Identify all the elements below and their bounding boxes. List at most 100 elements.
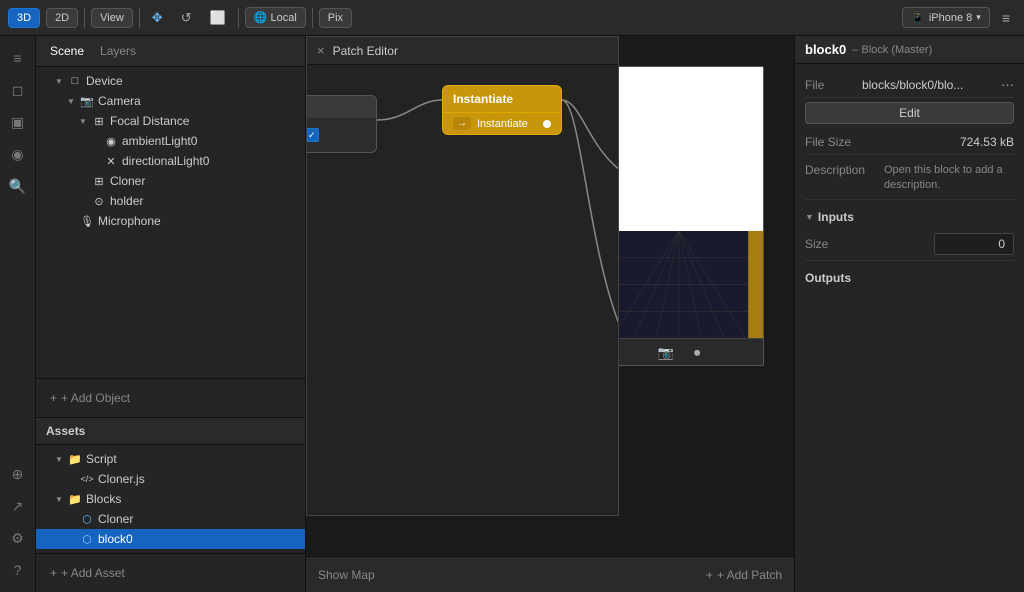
cloner-block-label: Cloner — [98, 512, 133, 526]
add-patch-plus-icon: + — [706, 568, 713, 582]
description-value: Open this block to add a description. — [884, 163, 1014, 194]
assets-footer: + + Add Asset — [36, 553, 305, 592]
size-label: Size — [805, 237, 828, 251]
right-panel: block0 – Block (Master) File blocks/bloc… — [794, 36, 1024, 592]
layers-icon-btn[interactable]: ≡ — [4, 44, 32, 72]
file-size-row: File Size 724.53 kB — [805, 130, 1014, 155]
description-label: Description — [805, 163, 865, 177]
instantiate-output-dot — [543, 120, 551, 128]
patch-editor-header: × Patch Editor — [307, 37, 618, 65]
record-btn[interactable]: ⏺ — [694, 345, 701, 361]
right-panel-body: File blocks/block0/blo... ··· Edit File … — [795, 64, 1024, 592]
arrow-focal: ▼ — [78, 117, 88, 126]
patch-close-btn[interactable]: × — [317, 43, 325, 58]
block0-label: block0 — [98, 532, 133, 546]
divider-2 — [139, 8, 140, 28]
instantiate-output-row: → Instantiate — [443, 113, 561, 134]
add-icon-btn[interactable]: ⊕ — [4, 460, 32, 488]
add-patch-label: + Add Patch — [717, 568, 782, 582]
tree-item-directional[interactable]: ✕ directionalLight0 — [36, 151, 305, 171]
clonerjs-label: Cloner.js — [98, 472, 145, 486]
question-icon-btn[interactable]: ? — [4, 556, 32, 584]
inputs-label: Inputs — [818, 210, 854, 224]
viewport[interactable]: 📷 ⏺ + × Patch Editor — [306, 36, 794, 556]
search-icon-btn[interactable]: 🔍 — [4, 172, 32, 200]
tree-item-clonerjs[interactable]: </> Cloner.js — [36, 469, 305, 489]
tree-item-device[interactable]: ▼ □ Device — [36, 71, 305, 91]
rotate-icon-btn[interactable]: ↺ — [175, 6, 198, 30]
assets-title: Assets — [46, 424, 85, 438]
add-patch-btn[interactable]: + + Add Patch — [706, 568, 782, 582]
btn-local[interactable]: 🌐 Local — [245, 7, 306, 28]
add-object-btn[interactable]: + + Add Object — [44, 387, 297, 409]
screenshot-btn[interactable]: 📷 — [658, 345, 674, 361]
enabled-checkbox[interactable]: ✓ — [307, 128, 319, 142]
frame-icon-btn[interactable]: ⬜ — [204, 6, 232, 30]
clonerjs-icon: </> — [80, 474, 94, 484]
divider-3 — [238, 8, 239, 28]
directional-label: directionalLight0 — [122, 154, 209, 168]
tree-item-cloner[interactable]: ⊞ Cloner — [36, 171, 305, 191]
device-label: Device — [86, 74, 123, 88]
brush-icon-btn[interactable]: ▣ — [4, 108, 32, 136]
block-subtitle: – Block (Master) — [852, 44, 932, 56]
settings-icon-btn[interactable]: ⚙ — [4, 524, 32, 552]
tab-scene[interactable]: Scene — [46, 42, 88, 60]
file-label: File — [805, 78, 824, 92]
tree-item-focal[interactable]: ▼ ⊞ Focal Distance — [36, 111, 305, 131]
tree-item-blocks[interactable]: ▼ 📁 Blocks — [36, 489, 305, 509]
arrow-script: ▼ — [54, 455, 64, 464]
divider-4 — [312, 8, 313, 28]
tree-item-microphone[interactable]: 🎙 Microphone — [36, 211, 305, 231]
tab-layers[interactable]: Layers — [96, 42, 140, 60]
move-icon-btn[interactable]: ✥ — [146, 6, 169, 30]
add-object-label: + Add Object — [61, 391, 130, 405]
btn-2d[interactable]: 2D — [46, 8, 78, 28]
screen-tap-header: een Tap — [307, 96, 376, 118]
screen-tap-node: een Tap → bled ✓ — [307, 95, 377, 153]
instantiate-node: Instantiate → Instantiate — [442, 85, 562, 135]
btn-pixels[interactable]: Pix — [319, 8, 352, 28]
edit-btn[interactable]: Edit — [805, 102, 1014, 124]
add-asset-btn[interactable]: + + Add Asset — [44, 562, 297, 584]
size-input[interactable] — [934, 233, 1014, 255]
share-icon-btn[interactable]: ↗ — [4, 492, 32, 520]
device-name: iPhone 8 — [929, 12, 972, 24]
screen-tap-body: → bled ✓ — [307, 118, 376, 152]
size-row: Size — [805, 228, 1014, 261]
enabled-row: → bled ✓ — [307, 124, 376, 146]
tree-item-cloner-block[interactable]: ⬡ Cloner — [36, 509, 305, 529]
btn-3d[interactable]: 3D — [8, 8, 40, 28]
file-row: File blocks/block0/blo... ··· — [805, 72, 1014, 98]
scene-panel: Scene Layers ▼ □ Device ▼ 📷 Camera ▼ ⊞ F… — [36, 36, 306, 592]
viewport-bottom-bar: Show Map + + Add Patch — [306, 556, 794, 592]
add-asset-label: + Add Asset — [61, 566, 125, 580]
phone-white-area — [595, 67, 763, 231]
tree-item-ambient[interactable]: ◉ ambientLight0 — [36, 131, 305, 151]
phone-preview: 📷 ⏺ — [594, 66, 764, 366]
focal-icon: ⊞ — [92, 115, 106, 128]
tree-item-camera[interactable]: ▼ 📷 Camera — [36, 91, 305, 111]
device-icon: □ — [68, 75, 82, 87]
device-selector[interactable]: 📱 iPhone 8 ▾ — [902, 7, 990, 28]
tree-item-block0[interactable]: ⬡ block0 — [36, 529, 305, 549]
arrow-blocks: ▼ — [54, 495, 64, 504]
select-icon-btn[interactable]: ◻ — [4, 76, 32, 104]
instantiate-icon: → — [453, 117, 471, 130]
tree-item-script[interactable]: ▼ 📁 Script — [36, 449, 305, 469]
patch-canvas[interactable]: een Tap → bled ✓ — [307, 65, 618, 515]
menu-btn[interactable]: ≡ — [996, 8, 1016, 28]
eye-icon-btn[interactable]: ◉ — [4, 140, 32, 168]
inputs-arrow: ▼ — [805, 212, 814, 222]
inputs-section-title: ▼ Inputs — [805, 210, 1014, 224]
right-panel-header: block0 – Block (Master) — [795, 36, 1024, 64]
arrow-camera: ▼ — [66, 97, 76, 106]
btn-view[interactable]: View — [91, 8, 133, 28]
outputs-section-title: Outputs — [805, 271, 1014, 285]
patch-title: Patch Editor — [333, 44, 398, 58]
file-ellipsis-btn[interactable]: ··· — [1001, 77, 1014, 92]
show-map-btn[interactable]: Show Map — [318, 568, 375, 582]
script-label: Script — [86, 452, 117, 466]
icon-sidebar: ≡ ◻ ▣ ◉ 🔍 ⊕ ↗ ⚙ ? — [0, 36, 36, 592]
tree-item-holder[interactable]: ⊙ holder — [36, 191, 305, 211]
